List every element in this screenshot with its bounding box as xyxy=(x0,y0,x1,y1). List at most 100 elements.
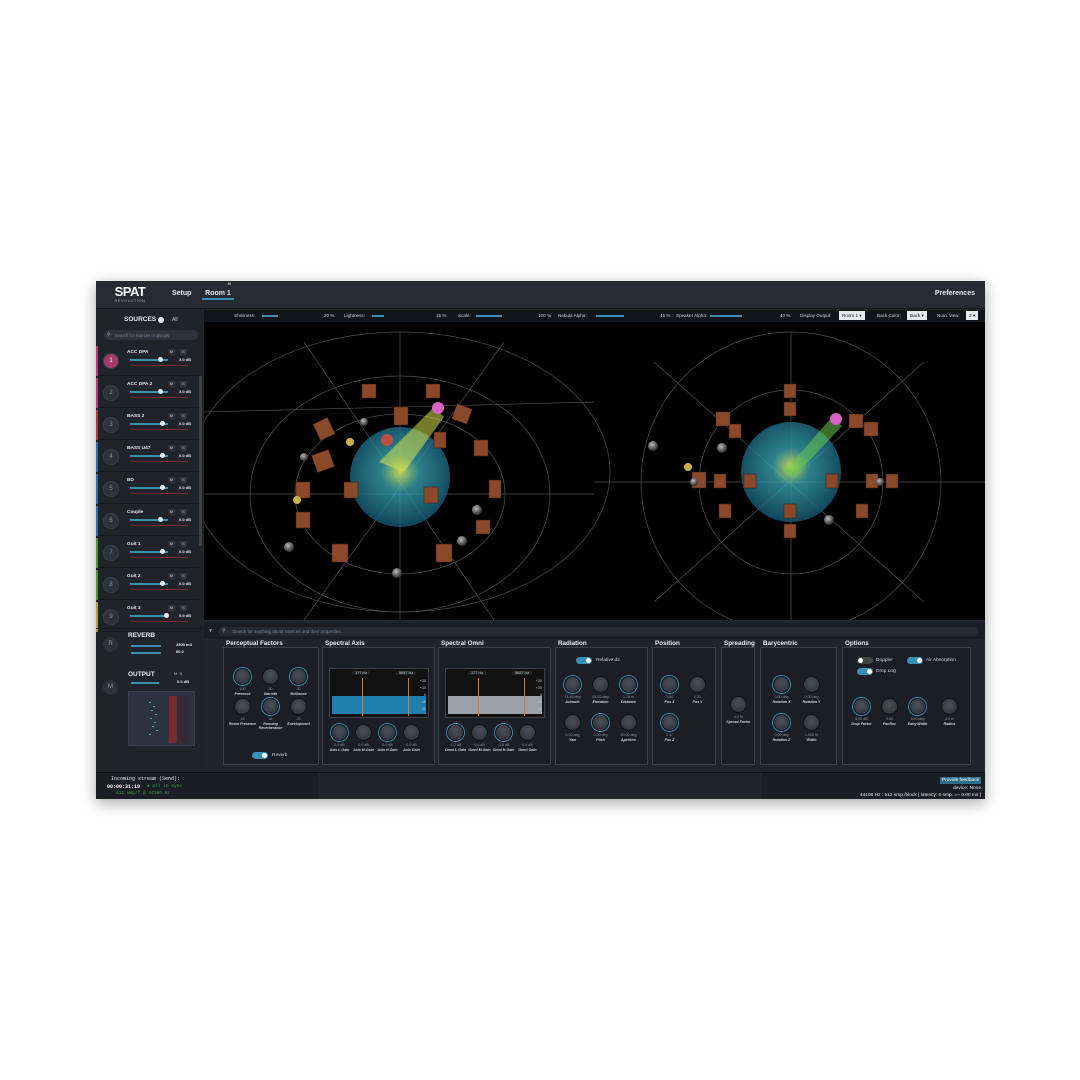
solo-button[interactable]: S xyxy=(180,573,187,579)
parameter-knob[interactable] xyxy=(689,676,706,693)
preferences-button[interactable]: Preferences xyxy=(935,290,975,297)
output-solo-button[interactable]: S xyxy=(180,671,183,676)
low-frequency-marker[interactable] xyxy=(362,678,363,716)
source-row[interactable]: 3 BASS 2 M S 0.0 dB xyxy=(96,410,199,440)
mute-button[interactable]: M xyxy=(168,541,175,547)
parameter-knob[interactable] xyxy=(773,714,790,731)
mute-button[interactable]: M xyxy=(168,381,175,387)
mute-button[interactable]: M xyxy=(168,477,175,483)
reverb-toggle[interactable] xyxy=(252,752,268,759)
source-row[interactable]: 1 ACC DPA M S 3.0 dB xyxy=(96,346,199,376)
source-list-scrollbar[interactable] xyxy=(199,376,202,546)
parameter-knob[interactable] xyxy=(290,668,307,685)
option-toggle[interactable] xyxy=(907,657,923,664)
source-number-badge[interactable]: 6 xyxy=(103,513,119,529)
source-row[interactable]: 5 BD M S 0.0 dB xyxy=(96,474,199,504)
spectrum-display[interactable]: 177 Hz 5657 Hz +20 +10 0 -10 -20 xyxy=(329,668,429,718)
parameter-knob[interactable] xyxy=(592,714,609,731)
parameter-knob[interactable] xyxy=(331,724,348,741)
source-number-badge[interactable]: 9 xyxy=(103,609,119,625)
high-frequency-marker[interactable] xyxy=(408,678,409,716)
parameter-knob[interactable] xyxy=(592,676,609,693)
parameter-knob[interactable] xyxy=(773,676,790,693)
back-color-select[interactable]: Back ▾ xyxy=(907,311,927,320)
parameter-knob[interactable] xyxy=(262,668,279,685)
parameter-knob[interactable] xyxy=(941,698,958,715)
solo-button[interactable]: S xyxy=(180,413,187,419)
provide-feedback-button[interactable]: Provide feedback xyxy=(939,777,981,784)
display-output-select[interactable]: Room 1 ▾ xyxy=(839,311,865,320)
source-number-badge[interactable]: 1 xyxy=(103,353,119,369)
num-view-select[interactable]: 2 ▾ xyxy=(966,311,979,320)
mute-button[interactable]: M xyxy=(168,413,175,419)
nebula-alpha-slider[interactable] xyxy=(596,315,624,317)
low-frequency-marker[interactable] xyxy=(478,678,479,716)
solo-button[interactable]: S xyxy=(180,605,187,611)
parameter-knob[interactable] xyxy=(379,724,396,741)
parameter-knob[interactable] xyxy=(519,724,536,741)
gain-slider-handle[interactable] xyxy=(160,421,165,426)
lightness-slider[interactable] xyxy=(372,315,384,317)
reverb-badge[interactable]: R xyxy=(103,637,118,652)
parameter-knob[interactable] xyxy=(355,724,372,741)
parameter-knob[interactable] xyxy=(495,724,512,741)
gain-slider-handle[interactable] xyxy=(158,517,163,522)
solo-button[interactable]: S xyxy=(180,381,187,387)
parameter-knob[interactable] xyxy=(661,676,678,693)
output-mute-solo[interactable]: M S xyxy=(174,671,182,676)
gain-slider-handle[interactable] xyxy=(160,453,165,458)
source-row[interactable]: 4 BASS U47 M S 0.0 dB xyxy=(96,442,199,472)
parameter-knob[interactable] xyxy=(447,724,464,741)
output-gain-slider[interactable] xyxy=(131,682,159,684)
output-badge[interactable]: M xyxy=(103,680,118,695)
shininess-slider[interactable] xyxy=(262,315,278,317)
mute-button[interactable]: M xyxy=(168,509,175,515)
gain-slider-handle[interactable] xyxy=(160,485,165,490)
mute-button[interactable]: M xyxy=(168,605,175,611)
parameter-knob[interactable] xyxy=(803,714,820,731)
parameter-knob[interactable] xyxy=(234,698,251,715)
source-number-badge[interactable]: 5 xyxy=(103,481,119,497)
solo-button[interactable]: S xyxy=(180,477,187,483)
solo-button[interactable]: S xyxy=(180,509,187,515)
source-row[interactable]: 7 Guit 1 M S 0.0 dB xyxy=(96,538,199,568)
gain-slider-handle[interactable] xyxy=(158,389,163,394)
parameter-knob[interactable] xyxy=(262,698,279,715)
solo-button[interactable]: S xyxy=(180,349,187,355)
option-toggle[interactable] xyxy=(857,657,873,664)
option-toggle[interactable] xyxy=(857,668,873,675)
relative-dir-toggle[interactable] xyxy=(576,657,592,664)
source-number-badge[interactable]: 4 xyxy=(103,449,119,465)
source-number-badge[interactable]: 2 xyxy=(103,385,119,401)
reverb-time-slider[interactable] xyxy=(131,652,161,654)
parameter-knob[interactable] xyxy=(564,676,581,693)
speaker-alpha-slider[interactable] xyxy=(710,315,742,317)
parameter-knob[interactable] xyxy=(909,698,926,715)
solo-button[interactable]: S xyxy=(180,445,187,451)
source-number-badge[interactable]: 8 xyxy=(103,577,119,593)
mute-button[interactable]: M xyxy=(168,349,175,355)
source-row[interactable]: 6 Couple M S 0.0 dB xyxy=(96,506,199,536)
source-row[interactable]: 2 ACC DPA 2 M S 3.0 dB xyxy=(96,378,199,408)
gain-slider[interactable] xyxy=(130,615,168,617)
parameter-knob[interactable] xyxy=(881,698,898,715)
property-search-input[interactable]: ⚲ Search for anything about sources and … xyxy=(218,627,978,636)
reverb-volume-slider[interactable] xyxy=(131,645,161,647)
parameter-knob[interactable] xyxy=(471,724,488,741)
parameter-knob[interactable] xyxy=(620,676,637,693)
parameter-knob[interactable] xyxy=(620,714,637,731)
parameter-knob[interactable] xyxy=(661,714,678,731)
spectrum-display[interactable]: 177 Hz 5657 Hz +20 +10 0 -10 -20 xyxy=(445,668,545,718)
mute-button[interactable]: M xyxy=(168,445,175,451)
parameter-knob[interactable] xyxy=(403,724,420,741)
gain-slider-handle[interactable] xyxy=(164,613,169,618)
parameter-knob[interactable] xyxy=(803,676,820,693)
sources-search-input[interactable]: ⚲ Search for sources or groups xyxy=(104,330,198,340)
gain-slider-handle[interactable] xyxy=(160,549,165,554)
collapse-arrow-icon[interactable]: ▼ xyxy=(208,628,213,634)
parameter-knob[interactable] xyxy=(564,714,581,731)
tab-room-1[interactable]: Room 1 M xyxy=(202,281,234,300)
mute-button[interactable]: M xyxy=(168,573,175,579)
parameter-knob[interactable] xyxy=(730,696,747,713)
source-number-badge[interactable]: 7 xyxy=(103,545,119,561)
